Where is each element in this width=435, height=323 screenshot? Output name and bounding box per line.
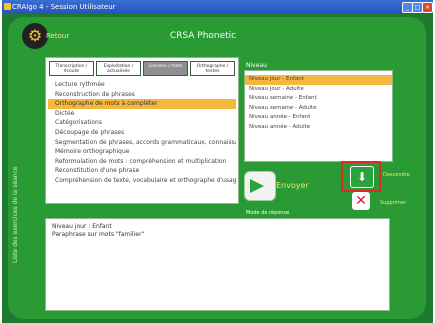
list-item[interactable]: Dictée: [48, 109, 236, 119]
send-label: Envoyer: [276, 181, 309, 190]
page-title: CRSA Phonetic: [169, 31, 237, 41]
delete-label: Supprimer: [380, 200, 407, 206]
list-item[interactable]: Catégorisations: [48, 118, 236, 128]
close-button[interactable]: ×: [422, 2, 433, 13]
tab-exploitation[interactable]: Exploitation / actualisée: [96, 61, 141, 76]
niveau-list: Niveau jour - Enfant Niveau jour - Adult…: [245, 75, 392, 133]
arrow-down-icon: ⬇: [350, 166, 374, 188]
list-item-selected[interactable]: Niveau jour - Enfant: [245, 75, 392, 85]
close-x-icon: ✕: [355, 193, 367, 209]
app-icon: [4, 3, 11, 10]
exercise-list: Lecture rythmée Reconstruction de phrase…: [48, 80, 236, 186]
tab-liaisons[interactable]: Liaisons / mots: [143, 61, 188, 76]
list-item[interactable]: Reconstitution d'une phrase: [48, 166, 236, 176]
window-title: CRAlgo 4 - Session Utilisateur: [12, 3, 116, 11]
details-panel: Niveau jour : Enfant Paraphrase sur mots…: [45, 218, 390, 311]
list-item[interactable]: Lecture rythmée: [48, 80, 236, 90]
list-item[interactable]: Niveau semaine - Adulte: [245, 104, 392, 114]
list-item[interactable]: Niveau jour - Adulte: [245, 85, 392, 95]
list-item[interactable]: Niveau année - Enfant: [245, 113, 392, 123]
details-line: Niveau jour : Enfant: [52, 223, 112, 230]
list-item[interactable]: Découpage de phrases: [48, 128, 236, 138]
move-down-button[interactable]: ⬇: [341, 161, 381, 192]
list-item[interactable]: Niveau semaine - Enfant: [245, 94, 392, 104]
answer-mode-label: Mode de réponse: [246, 210, 290, 216]
home-label: Retour: [46, 32, 70, 40]
move-down-label: Descendre: [383, 172, 410, 178]
send-button[interactable]: [244, 171, 276, 201]
home-icon: ⚙: [22, 23, 48, 49]
niveau-header: Niveau: [246, 62, 267, 69]
delete-button[interactable]: ✕: [352, 192, 370, 210]
left-strip-label: Liste des exercices de la séance: [12, 166, 19, 263]
list-item[interactable]: Reformulation de mots : compréhension et…: [48, 157, 236, 167]
list-item[interactable]: Compréhension de texte, vocabulaire et o…: [48, 176, 236, 186]
list-item[interactable]: Reconstruction de phrases: [48, 90, 236, 100]
app-window: CRAlgo 4 - Session Utilisateur _ □ × ⚙ R…: [2, 0, 433, 323]
arrow-right-icon: [250, 179, 264, 193]
list-item-selected[interactable]: Orthographe de mots à compléter: [48, 99, 236, 109]
details-line: Paraphrase sur mots "familier": [52, 231, 145, 238]
tab-transcription[interactable]: Transcription / écoute: [49, 61, 94, 76]
list-item[interactable]: Segmentation de phrases, accords grammat…: [48, 138, 236, 148]
tab-bar: Transcription / écoute Exploitation / ac…: [49, 61, 236, 77]
niveau-panel: Niveau jour - Enfant Niveau jour - Adult…: [244, 70, 393, 162]
list-item[interactable]: Niveau année - Adulte: [245, 123, 392, 133]
left-strip: Liste des exercices de la séance: [8, 67, 22, 267]
list-item[interactable]: Mémoire orthographique: [48, 147, 236, 157]
title-bar[interactable]: CRAlgo 4 - Session Utilisateur _ □ ×: [2, 0, 433, 14]
tab-orthographe[interactable]: Orthographe / textes: [190, 61, 235, 76]
home-button[interactable]: ⚙ Retour: [22, 23, 69, 49]
exercise-panel: Transcription / écoute Exploitation / ac…: [45, 57, 239, 204]
main-frame: ⚙ Retour CRSA Phonetic Liste des exercic…: [8, 17, 426, 319]
